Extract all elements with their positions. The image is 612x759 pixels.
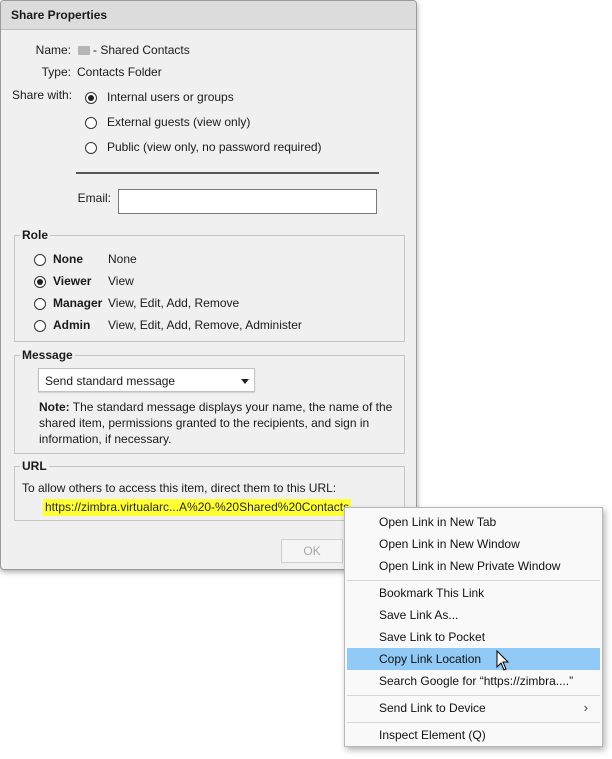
dialog-title: Share Properties xyxy=(1,1,416,30)
mouse-cursor-icon xyxy=(496,650,510,671)
share-with-label: Share with: xyxy=(12,88,73,102)
role-viewer-desc: View xyxy=(108,274,134,288)
chevron-right-icon: › xyxy=(583,700,588,715)
ok-button[interactable]: OK xyxy=(281,539,343,563)
note-line2: shared item, permissions granted to the … xyxy=(39,416,370,430)
menu-copy-link-location[interactable]: Copy Link Location xyxy=(347,648,600,670)
menu-separator xyxy=(347,722,600,723)
role-manager-desc: View, Edit, Add, Remove xyxy=(108,296,240,310)
role-admin-name[interactable]: Admin xyxy=(53,318,90,332)
role-none-radio[interactable] xyxy=(34,254,46,266)
message-legend: Message xyxy=(20,348,75,362)
folder-icon xyxy=(78,46,90,55)
note-bold: Note: xyxy=(39,400,70,414)
role-none-name[interactable]: None xyxy=(53,252,83,266)
separator xyxy=(76,172,379,174)
role-manager-radio[interactable] xyxy=(34,298,46,310)
url-legend: URL xyxy=(20,459,49,473)
role-manager-name[interactable]: Manager xyxy=(53,296,102,310)
share-public-label[interactable]: Public (view only, no password required) xyxy=(107,140,322,154)
menu-open-new-tab[interactable]: Open Link in New Tab xyxy=(347,511,600,533)
email-field[interactable] xyxy=(118,189,377,214)
note-line1: The standard message displays your name,… xyxy=(69,400,393,414)
role-viewer-name[interactable]: Viewer xyxy=(53,274,91,288)
role-none-desc: None xyxy=(108,252,137,266)
context-menu: Open Link in New Tab Open Link in New Wi… xyxy=(344,507,603,747)
share-external-radio[interactable] xyxy=(85,117,97,129)
menu-open-new-window[interactable]: Open Link in New Window xyxy=(347,533,600,555)
role-viewer-radio[interactable] xyxy=(34,276,46,288)
message-note: Note: The standard message displays your… xyxy=(39,399,399,447)
menu-separator xyxy=(347,695,600,696)
message-select-value: Send standard message xyxy=(45,374,176,388)
role-admin-radio[interactable] xyxy=(34,320,46,332)
chevron-down-icon xyxy=(241,379,249,384)
type-label: Type: xyxy=(41,65,71,79)
email-label: Email: xyxy=(77,191,111,205)
role-admin-desc: View, Edit, Add, Remove, Administer xyxy=(108,318,302,332)
share-internal-radio[interactable] xyxy=(85,92,97,104)
share-properties-dialog: Share Properties Name: - Shared Contacts… xyxy=(0,0,417,570)
menu-save-link-as[interactable]: Save Link As... xyxy=(347,604,600,626)
role-legend: Role xyxy=(20,228,51,242)
name-value: - Shared Contacts xyxy=(93,43,190,57)
note-line3: information, if necessary. xyxy=(39,432,172,446)
name-label: Name: xyxy=(35,43,71,57)
menu-separator xyxy=(347,580,600,581)
url-instruction: To allow others to access this item, dir… xyxy=(22,481,337,495)
menu-open-private-window[interactable]: Open Link in New Private Window xyxy=(347,555,600,577)
menu-inspect-element[interactable]: Inspect Element (Q) xyxy=(347,724,600,746)
menu-save-to-pocket[interactable]: Save Link to Pocket xyxy=(347,626,600,648)
message-select[interactable]: Send standard message xyxy=(38,368,255,392)
share-public-radio[interactable] xyxy=(85,142,97,154)
share-internal-label[interactable]: Internal users or groups xyxy=(107,90,234,104)
share-url-link[interactable]: https://zimbra.virtualarc...A%20-%20Shar… xyxy=(43,499,352,516)
menu-search-google[interactable]: Search Google for “https://zimbra....” xyxy=(347,670,600,692)
menu-bookmark-link[interactable]: Bookmark This Link xyxy=(347,582,600,604)
menu-send-to-device[interactable]: Send Link to Device › xyxy=(347,697,600,719)
share-external-label[interactable]: External guests (view only) xyxy=(107,115,250,129)
type-value: Contacts Folder xyxy=(77,65,162,79)
